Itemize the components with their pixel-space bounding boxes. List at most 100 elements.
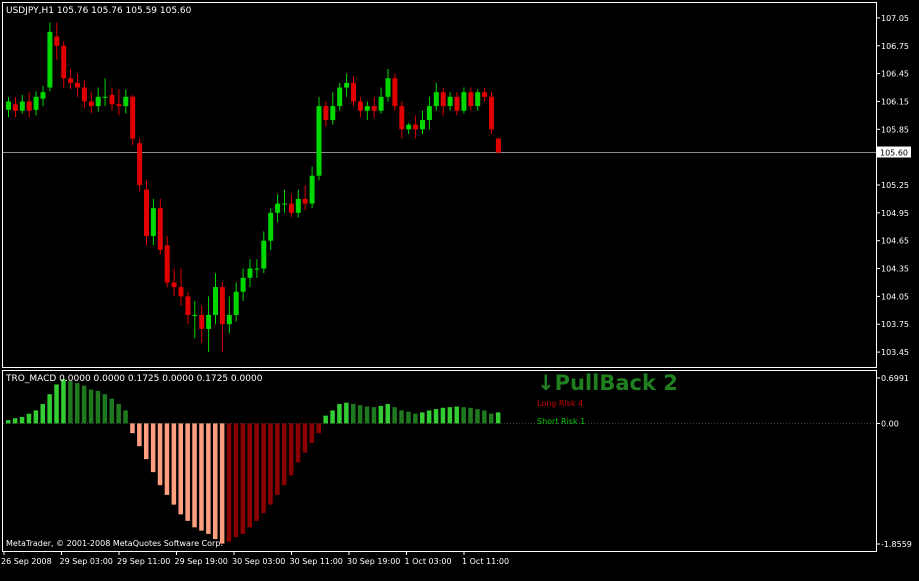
candle-body [47,31,53,88]
macd-bar [330,410,335,424]
macd-bar [185,423,190,521]
candle-body [26,101,32,111]
price-tick-label: 107.05 [881,14,909,23]
macd-bar [357,405,363,424]
candle-body [337,87,343,107]
symbol-info-label: USDJPY,H1 105.76 105.76 105.59 105.60 [6,6,192,16]
candle-body [40,92,46,99]
macd-bar [206,423,211,534]
candle-body [185,296,191,315]
candle-body [226,314,232,325]
candle-body [413,124,419,130]
time-tick-label: 1 Oct 11:00 [462,557,509,566]
candle-body [61,45,67,79]
candle-body [123,96,129,107]
candle-body [323,106,329,121]
price-tick-label: 106.15 [881,97,909,106]
macd-bar [254,423,259,521]
indicator-panel[interactable] [2,370,877,552]
macd-bar [495,412,501,424]
candle-body [295,198,301,213]
macd-bar [137,423,142,447]
price-chart-panel[interactable] [2,2,877,368]
candle-body [288,203,294,213]
time-tick-label: 29 Sep 03:00 [60,557,113,566]
pullback-signal: ↓PullBack 2 [537,371,678,395]
candle-body [309,175,315,204]
macd-bar [309,423,315,443]
macd-bar [102,394,108,424]
candle-body [75,82,80,88]
indicator-tick-label: 0.00 [881,419,899,428]
candle-body [392,78,398,107]
macd-bar [344,402,349,424]
copyright-label: MetaTrader, © 2001-2008 MetaQuotes Softw… [6,539,223,548]
price-tick-label: 104.65 [881,237,909,246]
candle-body [116,104,122,107]
candle-body [206,314,212,329]
macd-bar [316,423,321,434]
metatrader-window: 107.05 106.75 106.45 106.15 105.85 105.25 104.… [0,0,919,581]
time-tick-label: 30 Sep 11:00 [290,557,343,566]
candle-body [330,106,336,121]
macd-bar [351,403,356,424]
candle-body [378,96,384,111]
macd-bar [150,423,156,473]
candle-body [68,78,74,83]
indicator-tick-label: 0.6991 [881,374,909,383]
time-tick-label: 30 Sep 03:00 [232,557,285,566]
macd-bar [337,403,342,424]
candle-body [102,96,108,98]
macd-bar [371,407,377,424]
candle-body [164,245,170,283]
price-tick-label: 103.45 [881,348,909,357]
macd-bar [247,423,252,528]
candlestick-series [6,22,501,353]
candle-body [54,36,60,46]
macd-bar [213,423,218,540]
candle-body [371,106,377,111]
macd-bar [219,423,225,544]
macd-bar [47,394,52,424]
candle-body [247,268,253,278]
short-risk-label: Short Risk 1 [537,417,585,426]
candle-body [302,198,308,204]
candle-body [468,92,474,107]
candle-body [275,203,281,213]
macd-bar [413,413,418,424]
candle-body [316,106,322,176]
candle-body [420,120,425,130]
indicator-axis: 0.6991 0.00 -1.8559 [876,374,912,549]
candle-body [192,314,198,316]
price-tick-label: 104.35 [881,265,909,274]
macd-bar [130,423,135,434]
macd-bar [75,383,80,424]
candle-body [240,277,246,292]
candle-body [171,282,177,288]
candle-body [447,96,453,107]
price-tick-label: 104.95 [881,209,909,218]
macd-bar [116,403,121,424]
chart-canvas[interactable]: 107.05 106.75 106.45 106.15 105.85 105.25 104.… [0,0,919,581]
candle-body [399,106,405,130]
macd-bar [26,413,32,424]
candle-body [495,138,501,153]
macd-bar [164,423,170,495]
macd-bar [240,423,246,534]
macd-bar [61,379,66,424]
macd-bar [68,381,73,424]
macd-bar [440,407,446,424]
candle-body [433,92,439,107]
macd-bar [144,423,149,460]
candle-body [219,287,225,325]
candle-body [426,106,432,121]
macd-bar [433,409,439,424]
candle-body [475,92,481,107]
candle-body [12,104,18,111]
macd-bar [426,410,432,424]
macd-bar [295,423,301,463]
macd-bar [123,410,128,424]
candle-body [261,240,267,269]
candle-body [88,101,94,107]
candle-body [233,291,239,315]
